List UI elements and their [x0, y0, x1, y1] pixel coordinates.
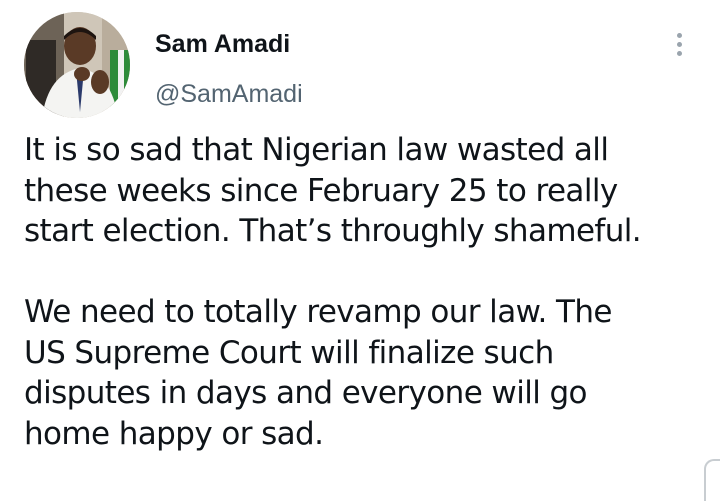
tweet-card: Sam Amadi @SamAmadi It is so sad that Ni…	[0, 0, 720, 501]
tweet-text: It is so sad that Nigerian law wasted al…	[24, 130, 714, 454]
more-vertical-icon-dot	[676, 32, 682, 38]
avatar[interactable]	[24, 12, 130, 118]
more-options-button[interactable]	[664, 26, 694, 62]
tweet-paragraph-1: It is so sad that Nigerian law wasted al…	[24, 132, 642, 249]
more-vertical-icon-dot	[676, 50, 682, 56]
tweet-paragraph-2: We need to totally revamp our law. The U…	[24, 294, 612, 452]
author-handle[interactable]: @SamAmadi	[155, 78, 303, 110]
more-vertical-icon-dot	[676, 41, 682, 47]
profile-photo-icon	[24, 12, 130, 118]
author-display-name[interactable]: Sam Amadi	[155, 28, 290, 60]
cropped-element-edge	[704, 459, 720, 501]
